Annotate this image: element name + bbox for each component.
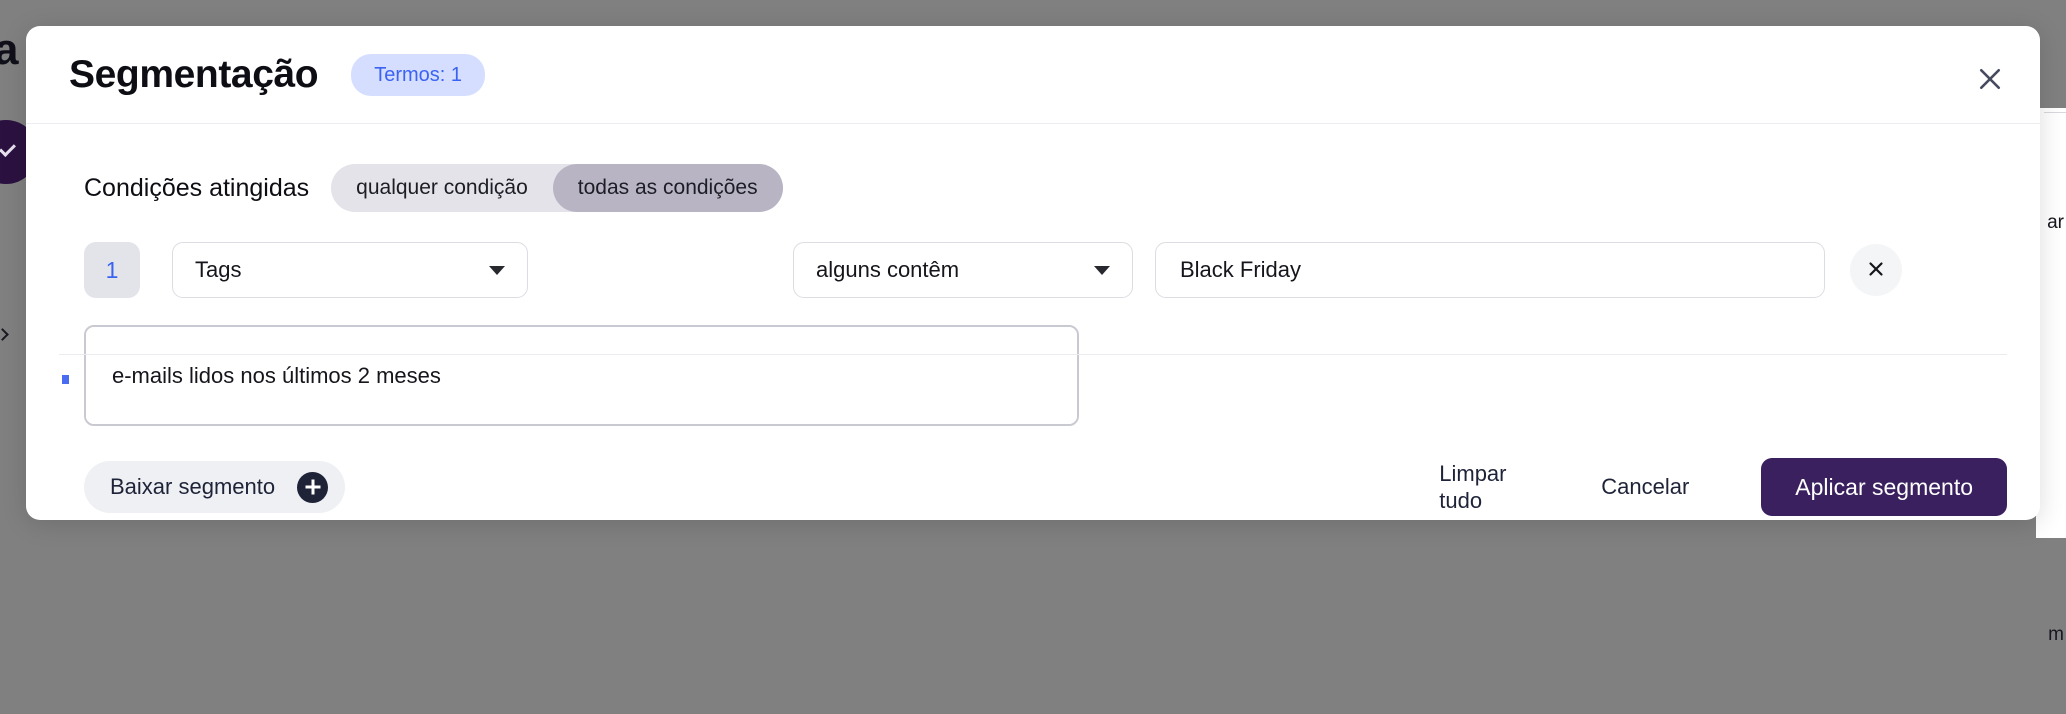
modal-header: Segmentação Termos: 1	[26, 26, 2040, 124]
page-title: Segmentação	[69, 52, 319, 96]
terms-badge: Termos: 1	[351, 53, 486, 96]
footer-actions: Limpar tudo Cancelar Aplicar segmento	[1439, 458, 2007, 516]
segmentation-modal: Segmentação Termos: 1 Condições atingida…	[26, 26, 2040, 520]
modal-body: Condições atingidas qualquer condição to…	[26, 124, 2040, 431]
download-segment-button[interactable]: Baixar segmento	[84, 461, 346, 513]
operator-select-value: alguns contêm	[816, 257, 960, 282]
clear-all-button[interactable]: Limpar tudo	[1439, 460, 1531, 515]
filter-row: 1 Tags alguns contêm	[59, 212, 2007, 298]
toggle-option-any[interactable]: qualquer condição	[331, 164, 553, 212]
background-left-letter: a	[0, 25, 19, 74]
conditions-label: Condições atingidas	[84, 173, 310, 202]
close-icon	[1865, 258, 1887, 283]
field-select[interactable]: Tags	[172, 242, 528, 298]
chevron-down-icon	[1094, 265, 1110, 275]
background-caret-icon	[0, 328, 9, 341]
note-textarea[interactable]	[84, 325, 1079, 426]
text-cursor-indicator	[62, 375, 69, 384]
toggle-option-all[interactable]: todas as condições	[552, 164, 783, 212]
close-button[interactable]	[1973, 62, 2007, 96]
download-segment-label: Baixar segmento	[110, 474, 276, 499]
apply-segment-button[interactable]: Aplicar segmento	[1761, 458, 2007, 516]
cancel-button[interactable]: Cancelar	[1601, 473, 1689, 501]
conditions-row: Condições atingidas qualquer condição to…	[59, 124, 2007, 212]
background-right-divider	[2044, 112, 2066, 113]
filter-index-badge: 1	[84, 242, 140, 298]
background-right-label-top: ar	[2047, 212, 2064, 233]
background-right-label-bottom: m	[2048, 624, 2064, 645]
remove-condition-button[interactable]	[1850, 244, 1902, 296]
field-select-value: Tags	[195, 257, 242, 282]
value-input[interactable]	[1178, 256, 1802, 284]
operator-select[interactable]: alguns contêm	[793, 242, 1133, 298]
conditions-toggle-group: qualquer condição todas as condições	[331, 164, 783, 212]
note-wrapper	[62, 325, 2007, 431]
chevron-down-icon	[489, 265, 505, 275]
value-input-wrapper[interactable]	[1155, 242, 1825, 298]
footer-divider	[59, 354, 2007, 355]
close-icon	[1975, 64, 2005, 94]
plus-circle-icon	[297, 471, 329, 503]
modal-footer: Baixar segmento Limpar tudo Cancelar Apl…	[26, 431, 2040, 543]
background-right-panel	[2036, 108, 2066, 538]
